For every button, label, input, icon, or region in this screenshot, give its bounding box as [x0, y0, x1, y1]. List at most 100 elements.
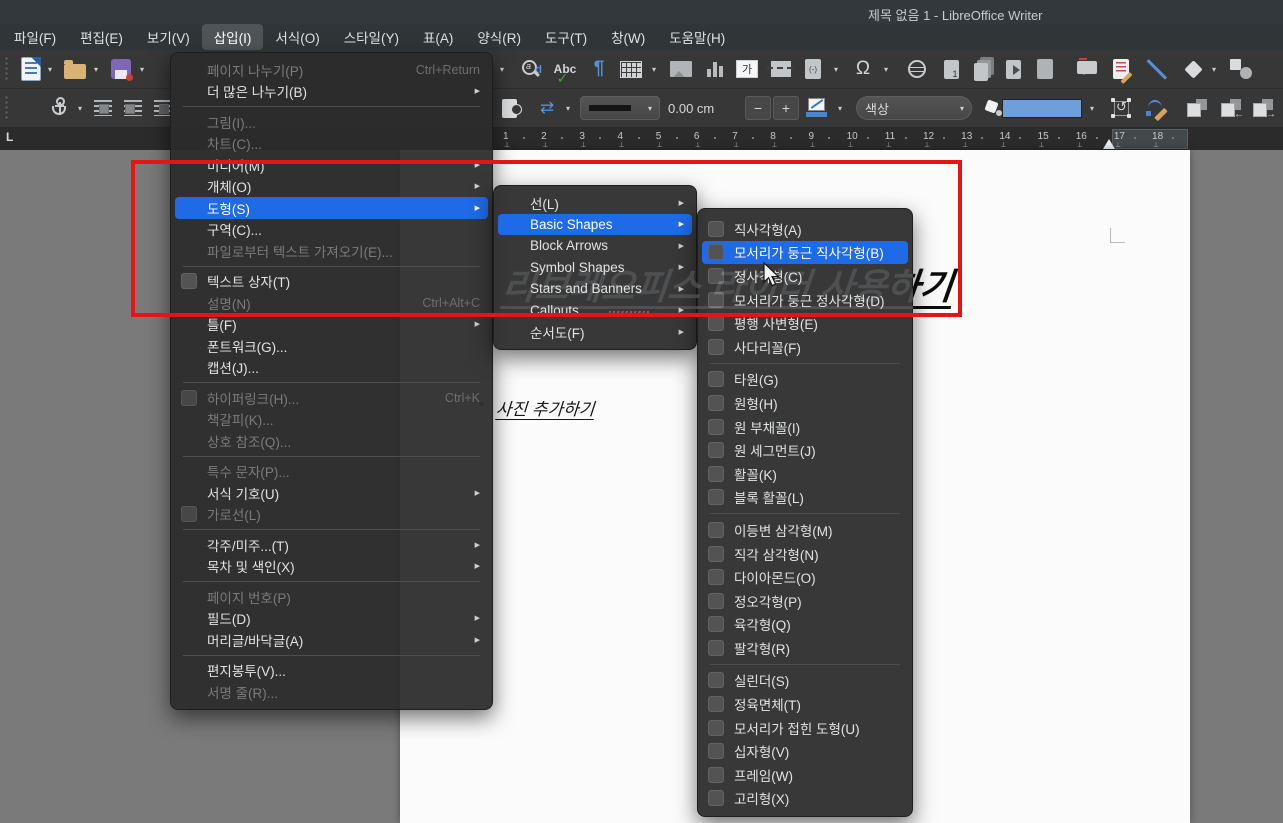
- rotate-icon[interactable]: ↺: [1108, 95, 1134, 121]
- menubar-item[interactable]: 파일(F): [2, 24, 68, 50]
- insert-menu-item[interactable]: 목차 및 색인(X)▶: [175, 556, 488, 578]
- cross-reference-icon[interactable]: [1000, 56, 1026, 82]
- bookmark-icon[interactable]: [968, 56, 994, 82]
- line-width-increase-button[interactable]: +: [773, 96, 799, 120]
- basic-shapes-submenu-item[interactable]: 다이아몬드(O): [702, 565, 908, 589]
- basic-shapes-submenu-item[interactable]: 육각형(Q): [702, 613, 908, 637]
- insert-image-icon[interactable]: [668, 56, 694, 82]
- menubar-item[interactable]: 서식(O): [263, 24, 331, 50]
- open-file-icon[interactable]: [62, 56, 88, 82]
- insert-menu-item[interactable]: 더 많은 나누기(B)▶: [175, 81, 488, 103]
- fill-color-dropdown-caret[interactable]: ▾: [1086, 95, 1098, 121]
- line-width-input[interactable]: 0.00 cm: [668, 101, 714, 116]
- menubar-item[interactable]: 도움말(H): [657, 24, 737, 50]
- basic-shapes-submenu-item[interactable]: 프레임(W): [702, 763, 908, 787]
- basic-shapes-submenu-item[interactable]: 사다리꼴(F): [702, 335, 908, 359]
- new-document-dropdown-caret[interactable]: ▾: [44, 56, 56, 82]
- fill-color-swatch[interactable]: [1002, 99, 1082, 118]
- menubar-item[interactable]: 양식(R): [465, 24, 533, 50]
- insert-table-icon[interactable]: [618, 56, 644, 82]
- toolbar-grip[interactable]: [4, 95, 10, 121]
- menubar-item[interactable]: 표(A): [411, 24, 465, 50]
- menubar-item[interactable]: 편집(E): [68, 24, 135, 50]
- insert-line-icon[interactable]: [1144, 56, 1170, 82]
- anchor-icon[interactable]: [46, 95, 72, 121]
- bring-to-front-icon[interactable]: [1184, 95, 1210, 121]
- basic-shapes-submenu-item[interactable]: 원 부채꼴(I): [702, 415, 908, 439]
- shape-submenu-item[interactable]: 순서도(F)▶: [498, 321, 692, 343]
- special-character-dropdown-caret[interactable]: ▾: [880, 56, 892, 82]
- field-shade-icon[interactable]: [1032, 56, 1058, 82]
- basic-shapes-submenu-item[interactable]: 팔각형(R): [702, 636, 908, 660]
- page-break-icon[interactable]: [768, 56, 794, 82]
- basic-shapes-dropdown-caret[interactable]: ▾: [1208, 56, 1220, 82]
- tab-stop-selector[interactable]: L: [6, 130, 13, 144]
- wrap-page-icon[interactable]: [120, 95, 146, 121]
- comment-icon[interactable]: [1074, 56, 1100, 82]
- insert-field-dropdown-caret[interactable]: ▾: [830, 56, 842, 82]
- new-document-icon[interactable]: [18, 56, 44, 82]
- basic-shapes-submenu-item[interactable]: 활꼴(K): [702, 462, 908, 486]
- basic-shapes-submenu-item[interactable]: 타원(G): [702, 368, 908, 392]
- footnote-icon[interactable]: 1: [938, 56, 964, 82]
- insert-chart-icon[interactable]: [702, 56, 728, 82]
- insert-menu-item[interactable]: 폰트워크(G)...: [175, 335, 488, 357]
- insert-table-dropdown-caret[interactable]: ▾: [648, 56, 660, 82]
- show-draw-functions-icon[interactable]: [1228, 56, 1254, 82]
- arrow-style-dropdown-caret[interactable]: ▾: [562, 95, 574, 121]
- mouse-cursor: [763, 262, 785, 288]
- basic-shapes-submenu-item[interactable]: 원형(H): [702, 391, 908, 415]
- insert-menu-item[interactable]: 필드(D)▶: [175, 608, 488, 630]
- special-character-icon[interactable]: Ω: [850, 56, 876, 82]
- menubar-item[interactable]: 창(W): [599, 24, 657, 50]
- basic-shapes-submenu-item[interactable]: 이등변 삼각형(M): [702, 518, 908, 542]
- fill-type-select[interactable]: 색상 ▾: [856, 96, 972, 120]
- insert-menu-item[interactable]: 머리글/바닥글(A)▶: [175, 629, 488, 651]
- wrap-contour-icon[interactable]: [496, 95, 522, 121]
- edit-points-icon[interactable]: [1144, 95, 1170, 121]
- insert-menu-item[interactable]: 각주/미주...(T)▶: [175, 534, 488, 556]
- line-width-decrease-button[interactable]: −: [745, 96, 771, 120]
- line-color-icon[interactable]: [804, 95, 830, 121]
- insert-menu-item[interactable]: 서식 기호(U)▶: [175, 482, 488, 504]
- basic-shapes-submenu-item[interactable]: 직각 삼각형(N): [702, 542, 908, 566]
- basic-shapes-submenu-item[interactable]: 정오각형(P): [702, 589, 908, 613]
- menubar-item[interactable]: 삽입(I): [202, 24, 264, 50]
- basic-shapes-submenu-item[interactable]: 모서리가 접힌 도형(U): [702, 716, 908, 740]
- save-dropdown-caret[interactable]: ▾: [136, 56, 148, 82]
- line-style-select[interactable]: ▾: [580, 96, 660, 120]
- insert-field-icon[interactable]: (-): [800, 56, 826, 82]
- find-replace-icon[interactable]: ad: [518, 56, 544, 82]
- basic-shapes-submenu-item[interactable]: 십자형(V): [702, 739, 908, 763]
- formatting-marks-icon[interactable]: ¶: [586, 56, 612, 82]
- bring-forward-icon[interactable]: →: [1250, 95, 1276, 121]
- line-color-dropdown-caret[interactable]: ▾: [834, 95, 846, 121]
- basic-shapes-submenu-item[interactable]: 고리형(X): [702, 787, 908, 811]
- menubar-item[interactable]: 보기(V): [135, 24, 202, 50]
- submenu-arrow-icon: ▶: [467, 541, 480, 549]
- menu-item-label: 필드(D): [207, 608, 251, 628]
- menubar-item[interactable]: 스타일(Y): [332, 24, 411, 50]
- open-file-dropdown-caret[interactable]: ▾: [90, 56, 102, 82]
- send-backward-icon[interactable]: ←: [1218, 95, 1244, 121]
- insert-menu-item[interactable]: 캡션(J)...: [175, 357, 488, 379]
- hyperlink-icon[interactable]: [904, 56, 930, 82]
- basic-shapes-submenu-item[interactable]: 블록 활꼴(L): [702, 486, 908, 510]
- wrap-off-icon[interactable]: [90, 95, 116, 121]
- toolbar-grip[interactable]: [4, 56, 10, 82]
- basic-shapes-submenu-item[interactable]: 정육면체(T): [702, 692, 908, 716]
- insert-text-box-icon[interactable]: 가: [734, 56, 760, 82]
- paragraph-style-dropdown-caret[interactable]: ▾: [496, 56, 508, 82]
- title-bar[interactable]: 제목 없음 1 - LibreOffice Writer: [0, 0, 1283, 24]
- basic-shapes-submenu-item[interactable]: 실린더(S): [702, 669, 908, 693]
- insert-menu-item[interactable]: 편지봉투(V)...: [175, 660, 488, 682]
- track-changes-icon[interactable]: [1108, 56, 1134, 82]
- spellcheck-icon[interactable]: Abc✓: [552, 56, 578, 82]
- anchor-dropdown-caret[interactable]: ▾: [74, 95, 86, 121]
- save-icon[interactable]: [108, 56, 134, 82]
- menubar[interactable]: 파일(F)편집(E)보기(V)삽입(I)서식(O)스타일(Y)표(A)양식(R)…: [0, 24, 1283, 50]
- arrow-style-icon[interactable]: ⇄: [534, 95, 560, 121]
- basic-shapes-submenu-item[interactable]: 원 세그먼트(J): [702, 438, 908, 462]
- basic-shapes-icon[interactable]: [1180, 56, 1206, 82]
- menubar-item[interactable]: 도구(T): [533, 24, 599, 50]
